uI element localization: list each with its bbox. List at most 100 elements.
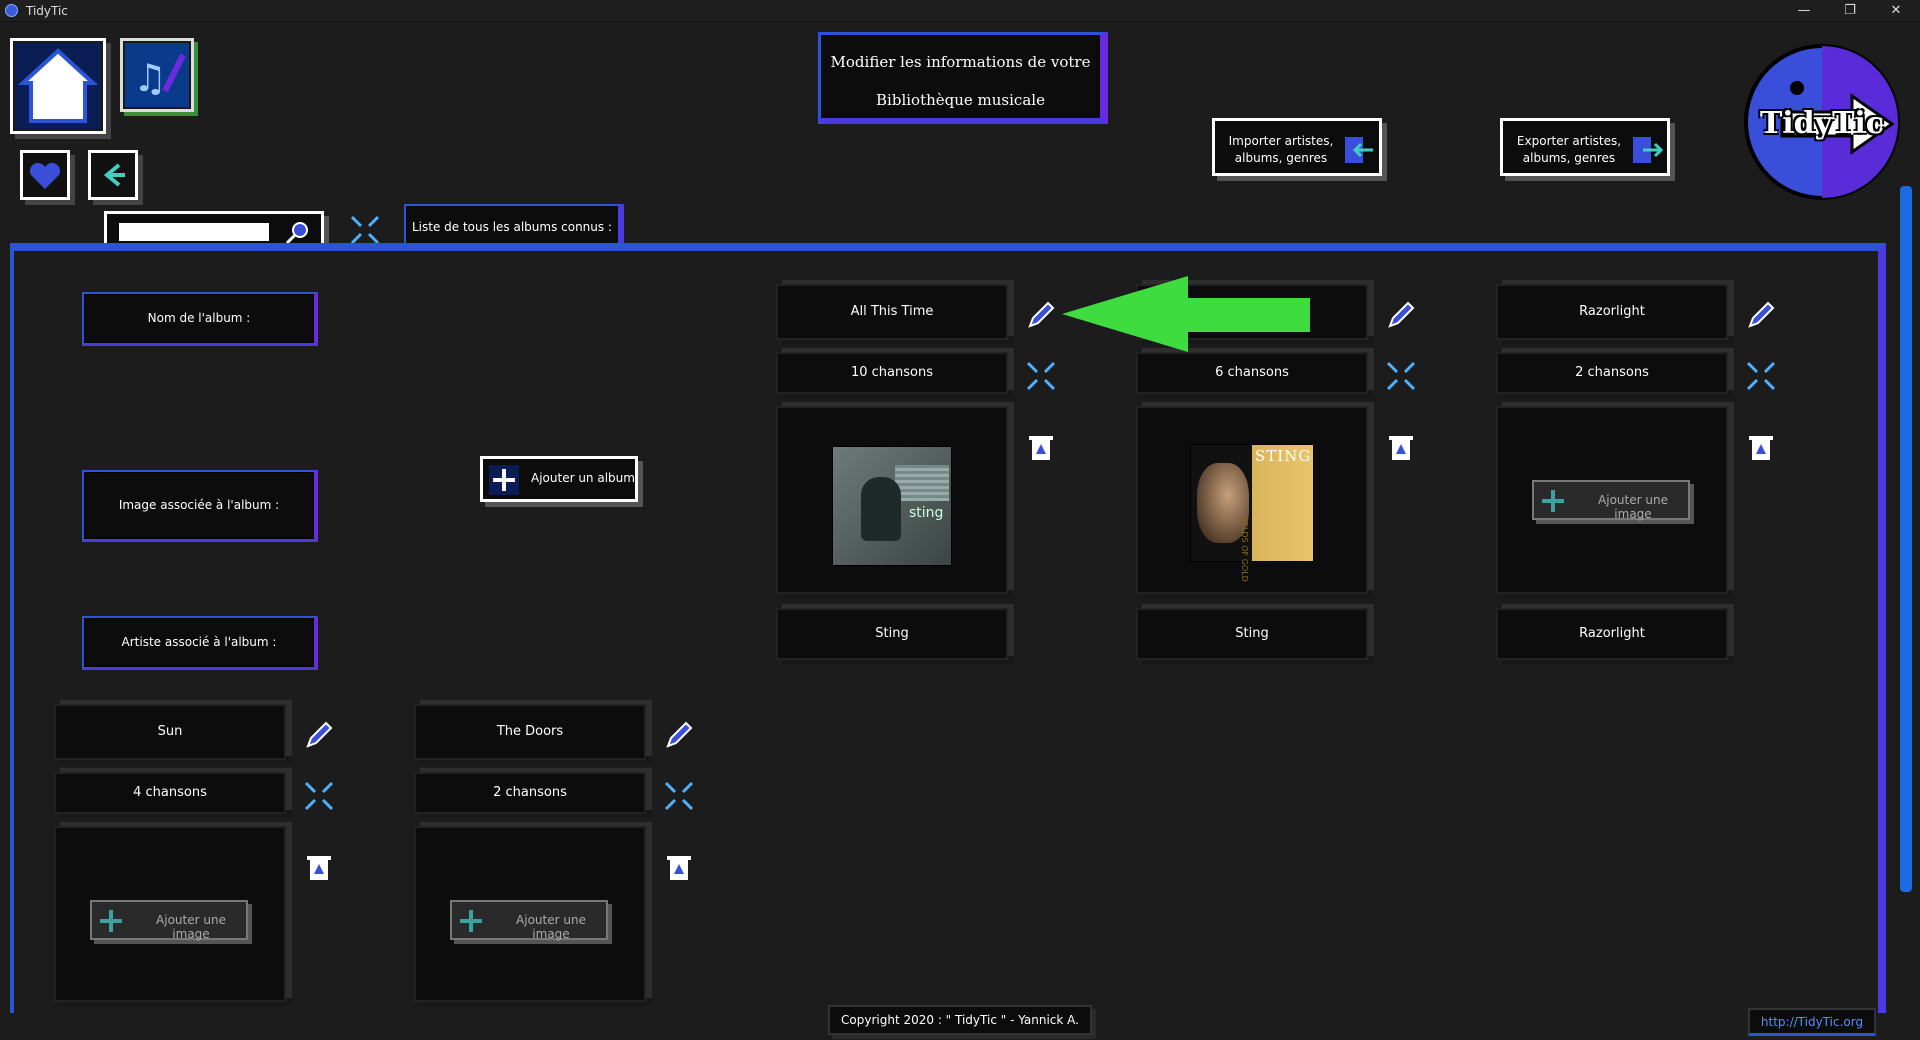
pencil-icon[interactable] [302,718,336,752]
pencil-icon[interactable] [1024,298,1058,332]
footer-link-text[interactable]: http://TidyTic.org [1750,1010,1874,1034]
window-title: TidyTic [26,4,68,18]
legend-album-name: Nom de l'album : [82,292,318,346]
back-button[interactable] [88,150,138,200]
album-artist-card: Sting [776,608,1008,660]
album-cover-image: STING FIELDS OF GOLD [1190,444,1314,582]
page-title: Modifier les informations de votre Bibli… [818,32,1108,124]
add-image-button[interactable]: Ajouter une image [90,900,248,941]
plus-icon [100,910,122,932]
search-input[interactable] [119,223,269,241]
home-icon [15,43,101,129]
trash-icon[interactable] [1384,430,1418,464]
cover-texture [895,465,949,501]
expand-songs-icon[interactable] [1024,359,1058,393]
album-name-card: Sun [54,704,286,760]
album-songs: 4 chansons [133,785,207,800]
add-image-label: Ajouter une image [1598,493,1668,521]
svg-text:♫: ♫ [133,56,167,100]
footer-copyright-text: Copyright 2020 : " TidyTic " - Yannick A… [841,1013,1079,1027]
cover-figure [861,477,901,541]
import-icon [1345,137,1373,163]
album-songs-card: 6 chansons [1136,352,1368,394]
footer-copyright: Copyright 2020 : " TidyTic " - Yannick A… [828,1005,1092,1035]
export-label: Exporter artistes, albums, genres [1516,134,1622,165]
expand-songs-icon[interactable] [662,779,696,813]
footer-link[interactable]: http://TidyTic.org [1748,1008,1876,1036]
add-album-button[interactable]: Ajouter un album [480,456,638,502]
cover-title: STING [1255,447,1312,465]
album-songs-card: 2 chansons [1496,352,1728,394]
tab-albums-list[interactable]: Liste de tous les albums connus : [404,204,624,248]
add-image-button[interactable]: Ajouter une image [1532,480,1690,521]
add-image-label: Ajouter une image [516,913,586,941]
collapse-all-icon[interactable] [348,213,382,247]
trash-icon[interactable] [302,850,336,884]
album-name-card: The Doors [414,704,646,760]
trash-icon[interactable] [1744,430,1778,464]
expand-songs-icon[interactable] [1384,359,1418,393]
trash-icon[interactable] [1024,430,1058,464]
cover-text: sting [909,505,944,521]
music-edit-button[interactable]: ♫ [120,38,194,112]
expand-songs-icon[interactable] [1744,359,1778,393]
album-artist: Sting [875,626,909,641]
pencil-icon[interactable] [662,718,696,752]
album-name: Sun [157,724,183,739]
album-image-card: STING FIELDS OF GOLD [1136,406,1368,594]
album-image-card: sting [776,406,1008,594]
home-button[interactable] [10,38,106,134]
pencil-icon[interactable] [1744,298,1778,332]
album-name: Razorlight [1579,304,1645,319]
heart-icon [23,153,67,197]
app-logo-icon [5,4,18,17]
pencil-icon[interactable] [1384,298,1418,332]
tab-label: Liste de tous les albums connus : [411,220,613,234]
album-name-card: Razorlight [1496,284,1728,340]
legend-album-image: Image associée à l'album : [82,470,318,542]
restore-button[interactable]: ❐ [1827,0,1873,22]
title-bar: TidyTic — ❐ ✕ [0,0,1920,22]
album-name-card: All This Time [776,284,1008,340]
tidytic-logo: TidyTic [1742,42,1902,202]
plus-icon [460,910,482,932]
favorites-button[interactable] [20,150,70,200]
legend-album-image-text: Image associée à l'album : [118,498,280,512]
export-button[interactable]: Exporter artistes, albums, genres [1500,118,1670,176]
album-cover-image: sting [832,446,952,566]
page-title-line1: Modifier les informations de votre [830,53,1091,71]
plus-icon [489,465,519,495]
legend-album-name-text: Nom de l'album : [147,311,251,325]
album-songs-card: 4 chansons [54,772,286,814]
arrow-left-icon [91,153,135,197]
music-note-icon: ♫ [125,43,189,107]
import-label: Importer artistes, albums, genres [1228,134,1334,165]
page-title-line2: Bibliothèque musicale [876,91,1045,109]
green-arrow-icon [1062,276,1310,352]
vertical-scrollbar[interactable] [1900,186,1912,892]
brand-text: TidyTic [1759,106,1885,141]
album-artist: Sting [1235,626,1269,641]
trash-icon[interactable] [662,850,696,884]
close-button[interactable]: ✕ [1873,0,1919,22]
album-artist-card: Sting [1136,608,1368,660]
album-image-card: Ajouter une image [1496,406,1728,594]
legend-album-artist-text: Artiste associé à l'album : [121,635,277,649]
export-icon [1633,137,1663,163]
album-songs: 2 chansons [493,785,567,800]
album-songs-card: 2 chansons [414,772,646,814]
album-name: All This Time [850,304,934,319]
plus-icon [1542,490,1564,512]
import-button[interactable]: Importer artistes, albums, genres [1212,118,1382,176]
album-songs: 2 chansons [1575,365,1649,380]
album-songs: 10 chansons [850,365,933,380]
album-artist-card: Razorlight [1496,608,1728,660]
album-name: The Doors [496,724,564,739]
expand-songs-icon[interactable] [302,779,336,813]
add-image-button[interactable]: Ajouter une image [450,900,608,941]
legend-album-artist: Artiste associé à l'album : [82,616,318,670]
minimize-button[interactable]: — [1781,0,1827,22]
album-artist: Razorlight [1579,626,1645,641]
album-songs: 6 chansons [1215,365,1289,380]
album-image-card: Ajouter une image [54,826,286,1002]
